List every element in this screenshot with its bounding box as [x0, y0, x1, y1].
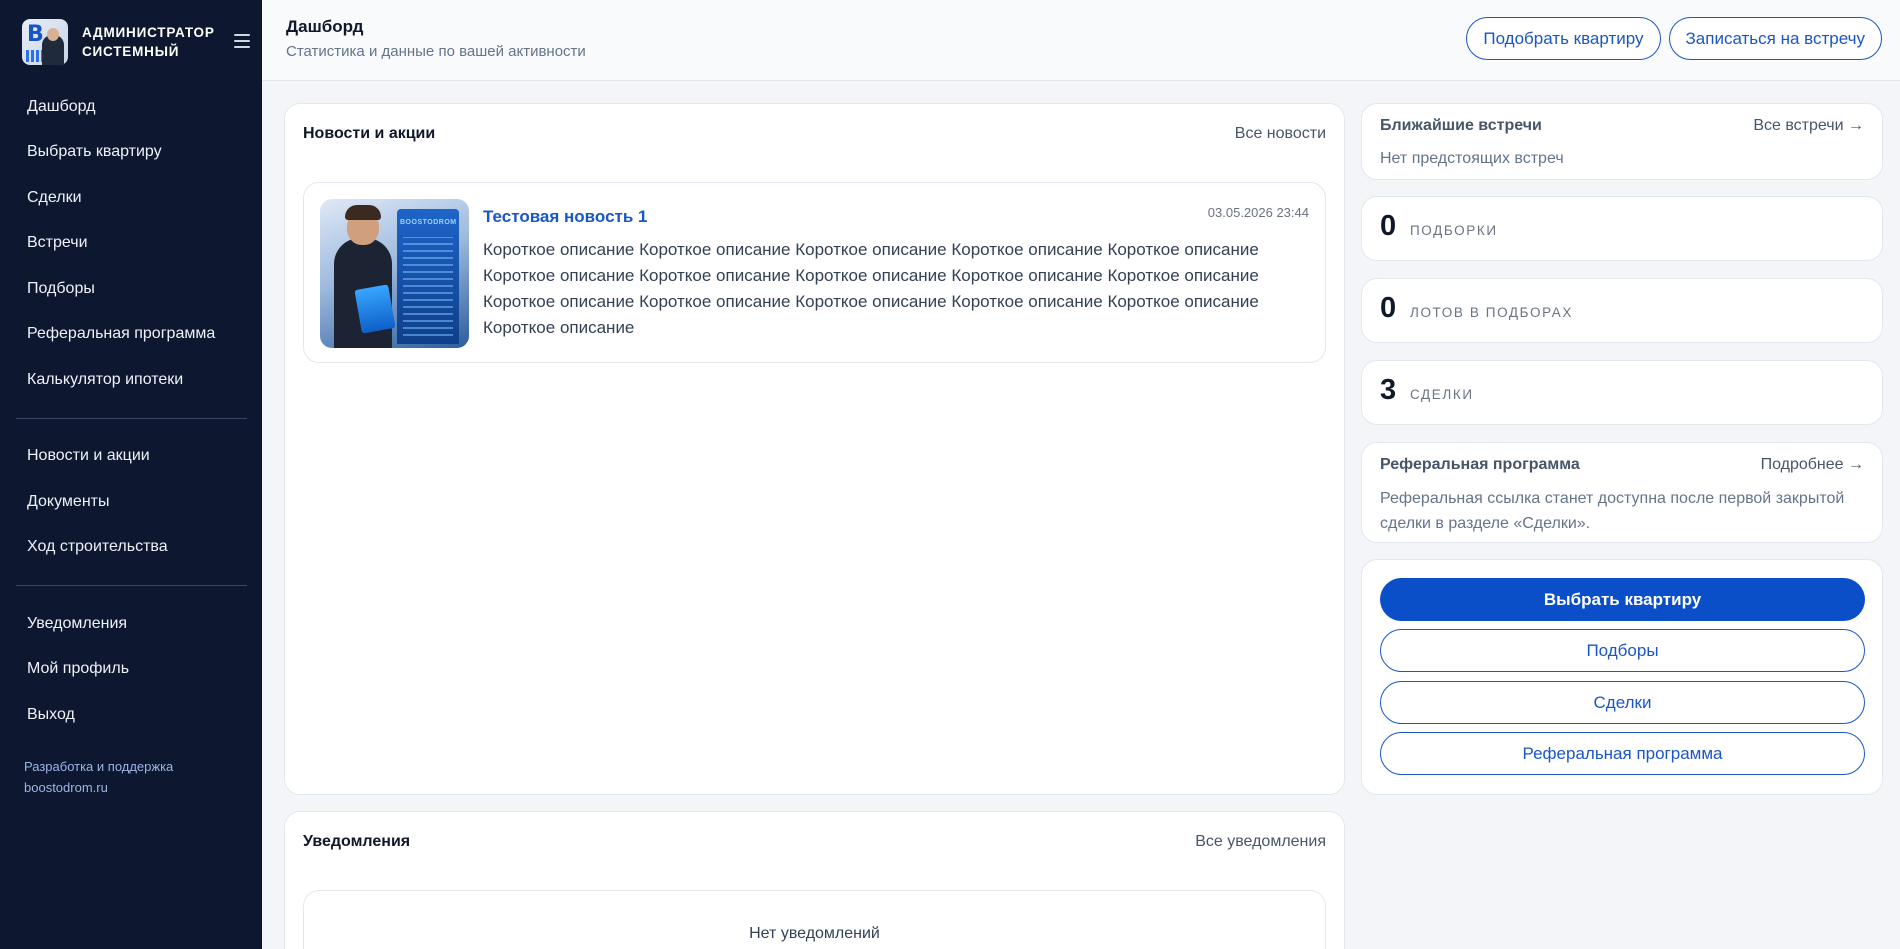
- sidebar-item-notifications[interactable]: Уведомления: [0, 601, 262, 647]
- all-meetings-link[interactable]: Все встречи →: [1753, 117, 1864, 135]
- referral-text: Реферальная ссылка станет доступна после…: [1380, 490, 1845, 532]
- notifications-empty-box: Нет уведомлений: [303, 890, 1326, 949]
- footer-line1: Разработка и поддержка: [24, 758, 174, 774]
- avatar[interactable]: B: [22, 19, 68, 65]
- sidebar: B АДМИНИСТРАТОР СИСТЕМНЫЙ Дашборд Выбрат…: [0, 0, 262, 949]
- stat-value: 0: [1380, 210, 1397, 242]
- all-notifications-link[interactable]: Все уведомления: [1195, 833, 1326, 851]
- referral-card-title: Реферальная программа: [1380, 456, 1580, 473]
- news-item-description: Короткое описание Короткое описание Коро…: [483, 240, 1259, 337]
- all-news-link[interactable]: Все новости: [1235, 125, 1326, 143]
- quick-actions-card: Выбрать квартиру Подборы Сделки Рефераль…: [1361, 559, 1883, 795]
- sidebar-header: B АДМИНИСТРАТОР СИСТЕМНЫЙ: [0, 0, 262, 84]
- sidebar-item-logout[interactable]: Выход: [0, 692, 262, 738]
- sidebar-footer[interactable]: Разработка и поддержка boostodrom.ru: [0, 756, 262, 798]
- sidebar-item-meetings[interactable]: Встречи: [0, 221, 262, 267]
- sidebar-item-news[interactable]: Новости и акции: [0, 434, 262, 480]
- stat-value: 0: [1380, 292, 1397, 324]
- sidebar-item-mortgage-calculator[interactable]: Калькулятор ипотеки: [0, 357, 262, 403]
- stat-card-lots: 0 ЛОТОВ В ПОДБОРАХ: [1361, 278, 1883, 343]
- sidebar-item-selections[interactable]: Подборы: [0, 266, 262, 312]
- news-thumbnail: BOOSTODROM: [320, 199, 469, 348]
- menu-toggle-icon[interactable]: [234, 34, 250, 48]
- thumb-building-sign: BOOSTODROM: [400, 219, 457, 226]
- sidebar-item-dashboard[interactable]: Дашборд: [0, 84, 262, 130]
- stat-label: СДЕЛКИ: [1410, 387, 1474, 402]
- thumb-building: [397, 209, 459, 344]
- header-actions: Подобрать квартиру Записаться на встречу: [1466, 17, 1882, 60]
- sidebar-item-construction-progress[interactable]: Ход строительства: [0, 525, 262, 571]
- user-name-line1: АДМИНИСТРАТОР: [82, 25, 215, 40]
- sidebar-item-profile[interactable]: Мой профиль: [0, 647, 262, 693]
- meetings-card-title: Ближайшие встречи: [1380, 117, 1542, 134]
- stat-value: 3: [1380, 374, 1397, 406]
- sidebar-item-deals[interactable]: Сделки: [0, 175, 262, 221]
- stat-card-deals: 3 СДЕЛКИ: [1361, 360, 1883, 425]
- sidebar-nav-account: Уведомления Мой профиль Выход: [0, 601, 262, 738]
- sidebar-nav-info: Новости и акции Документы Ход строительс…: [0, 434, 262, 571]
- notifications-card-title: Уведомления: [303, 833, 411, 850]
- referral-more-link[interactable]: Подробнее →: [1761, 456, 1864, 474]
- news-item[interactable]: BOOSTODROM Тестовая новость 1 03.05.2026…: [303, 182, 1326, 363]
- news-card: Новости и акции Все новости BOOSTODROM Т…: [284, 103, 1345, 795]
- stat-label: ЛОТОВ В ПОДБОРАХ: [1410, 305, 1573, 320]
- meetings-card: Ближайшие встречи Все встречи → Нет пред…: [1361, 103, 1883, 180]
- avatar-face: [47, 28, 59, 41]
- deals-button[interactable]: Сделки: [1380, 681, 1865, 724]
- selections-button[interactable]: Подборы: [1380, 629, 1865, 672]
- stat-card-selections: 0 ПОДБОРКИ: [1361, 196, 1883, 261]
- sidebar-item-referral[interactable]: Реферальная программа: [0, 312, 262, 358]
- sidebar-divider: [16, 417, 247, 419]
- user-name-line2: СИСТЕМНЫЙ: [82, 44, 180, 59]
- user-name: АДМИНИСТРАТОР СИСТЕМНЫЙ: [82, 23, 215, 61]
- book-meeting-button[interactable]: Записаться на встречу: [1668, 17, 1882, 60]
- news-item-title[interactable]: Тестовая новость 1: [483, 207, 647, 227]
- thumb-tablet: [354, 284, 396, 334]
- pick-apartment-button[interactable]: Подобрать квартиру: [1466, 17, 1661, 60]
- page-title: Дашборд: [286, 17, 364, 36]
- page-subtitle: Статистика и данные по вашей активности: [286, 43, 586, 60]
- avatar-bars: [26, 50, 42, 62]
- topbar: Дашборд Статистика и данные по вашей акт…: [262, 0, 1900, 81]
- choose-apartment-button[interactable]: Выбрать квартиру: [1380, 578, 1865, 621]
- referral-program-button[interactable]: Реферальная программа: [1380, 732, 1865, 775]
- stat-label: ПОДБОРКИ: [1410, 223, 1498, 238]
- footer-line2: boostodrom.ru: [24, 779, 108, 795]
- notifications-card: Уведомления Все уведомления Нет уведомле…: [284, 811, 1345, 949]
- notifications-empty-text: Нет уведомлений: [749, 925, 880, 942]
- referral-card: Реферальная программа Подробнее → Рефера…: [1361, 442, 1883, 543]
- thumb-person-hair: [345, 205, 381, 220]
- sidebar-item-documents[interactable]: Документы: [0, 479, 262, 525]
- meetings-empty-text: Нет предстоящих встреч: [1380, 150, 1564, 167]
- sidebar-nav-main: Дашборд Выбрать квартиру Сделки Встречи …: [0, 84, 262, 403]
- sidebar-item-choose-apartment[interactable]: Выбрать квартиру: [0, 130, 262, 176]
- sidebar-divider: [16, 585, 247, 586]
- news-card-title: Новости и акции: [303, 125, 436, 142]
- news-item-date: 03.05.2026 23:44: [1207, 205, 1309, 220]
